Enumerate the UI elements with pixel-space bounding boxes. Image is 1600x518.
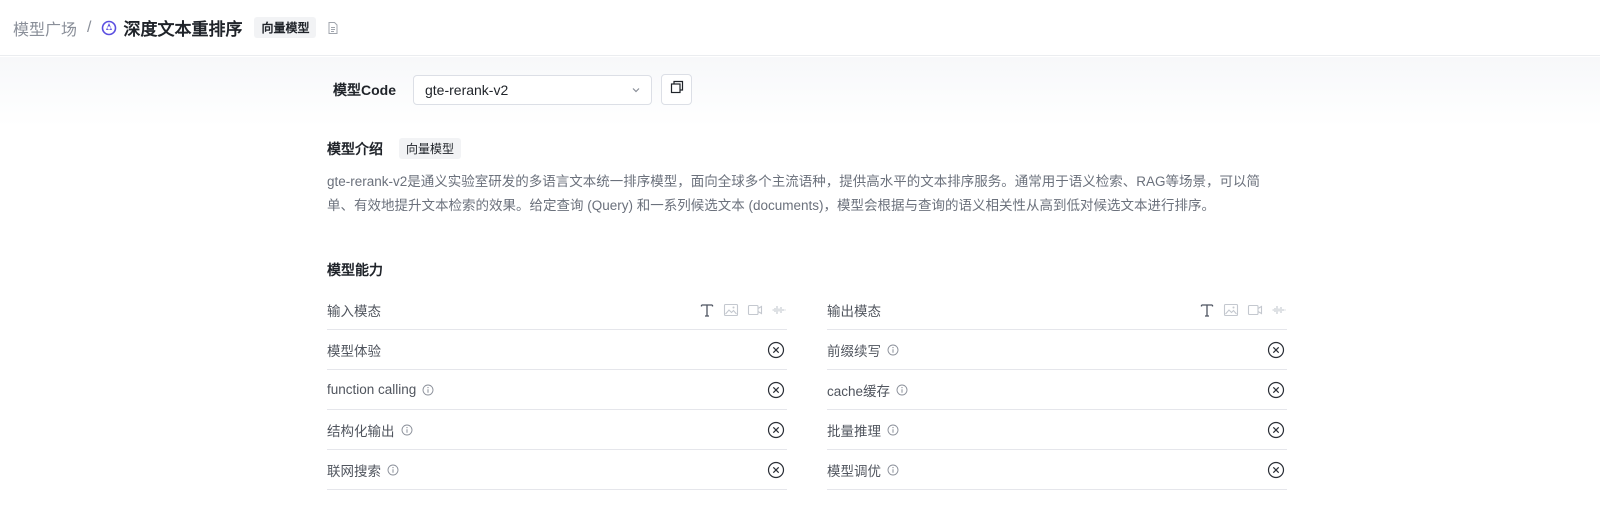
breadcrumb-root-link[interactable]: 模型广场	[13, 16, 77, 40]
info-icon[interactable]	[422, 384, 434, 396]
capabilities-right-column: 输出模态 前缀续写 cache缓存 批量推理 模型调优	[827, 290, 1287, 490]
video-icon	[747, 302, 763, 318]
capability-label: function calling	[327, 382, 417, 397]
model-code-value: gte-rerank-v2	[425, 81, 509, 98]
output-modality-label: 输出模态	[827, 303, 881, 319]
unsupported-icon	[1267, 341, 1285, 359]
image-icon	[1223, 302, 1239, 318]
capability-label: 批量推理	[827, 423, 881, 439]
model-code-select[interactable]: gte-rerank-v2	[413, 74, 652, 105]
capability-label: 联网搜索	[327, 463, 381, 479]
unsupported-icon	[1267, 421, 1285, 439]
capabilities-left-column: 输入模态 模型体验 function calling 结构化输出 联网搜索	[327, 290, 787, 490]
info-icon[interactable]	[887, 464, 899, 476]
capabilities-heading: 模型能力	[327, 262, 383, 278]
document-icon[interactable]	[326, 21, 340, 35]
input-modality-label: 输入模态	[327, 303, 381, 319]
audio-icon	[771, 302, 787, 318]
unsupported-icon	[767, 461, 785, 479]
image-icon	[723, 302, 739, 318]
model-description: gte-rerank-v2是通义实验室研发的多语言文本统一排序模型，面向全球多个…	[327, 174, 1261, 213]
breadcrumb-separator: /	[87, 18, 92, 36]
capability-label: cache缓存	[827, 383, 891, 399]
unsupported-icon	[1267, 381, 1285, 399]
video-icon	[1247, 302, 1263, 318]
capability-row-prefix-completion: 前缀续写	[827, 330, 1287, 370]
output-modality-row: 输出模态	[827, 290, 1287, 330]
intro-header: 模型介绍 向量模型	[327, 138, 462, 159]
page-title: 深度文本重排序	[123, 20, 243, 39]
info-icon[interactable]	[387, 464, 399, 476]
unsupported-icon	[767, 421, 785, 439]
capability-row-structured-output: 结构化输出	[327, 410, 787, 450]
copy-icon	[670, 80, 684, 99]
capability-label: 模型体验	[327, 343, 381, 359]
model-brand-icon	[101, 20, 117, 36]
capability-row-batch-inference: 批量推理	[827, 410, 1287, 450]
capability-row-fine-tuning: 模型调优	[827, 450, 1287, 490]
output-modality-icons	[1199, 302, 1287, 318]
intro-heading: 模型介绍	[327, 140, 383, 157]
capability-label: 模型调优	[827, 463, 881, 479]
model-type-badge: 向量模型	[254, 17, 317, 38]
text-icon	[699, 302, 715, 318]
info-icon[interactable]	[896, 384, 908, 396]
breadcrumb: 模型广场 / 深度文本重排序 向量模型	[0, 0, 1600, 56]
unsupported-icon	[767, 341, 785, 359]
capability-row-web-search: 联网搜索	[327, 450, 787, 490]
audio-icon	[1271, 302, 1287, 318]
unsupported-icon	[1267, 461, 1285, 479]
intro-type-badge: 向量模型	[399, 138, 462, 159]
input-modality-icons	[699, 302, 787, 318]
model-code-row: 模型Code gte-rerank-v2	[333, 74, 692, 105]
capability-label: 结构化输出	[327, 423, 395, 439]
capability-row-model-experience: 模型体验	[327, 330, 787, 370]
info-icon[interactable]	[887, 424, 899, 436]
chevron-down-icon	[631, 82, 641, 98]
input-modality-row: 输入模态	[327, 290, 787, 330]
header-gradient	[0, 57, 1600, 127]
capability-label: 前缀续写	[827, 343, 881, 359]
copy-button[interactable]	[661, 74, 692, 105]
model-code-label: 模型Code	[333, 81, 396, 98]
info-icon[interactable]	[887, 344, 899, 356]
capability-row-cache: cache缓存	[827, 370, 1287, 410]
unsupported-icon	[767, 381, 785, 399]
text-icon	[1199, 302, 1215, 318]
info-icon[interactable]	[401, 424, 413, 436]
capability-row-function-calling: function calling	[327, 370, 787, 410]
